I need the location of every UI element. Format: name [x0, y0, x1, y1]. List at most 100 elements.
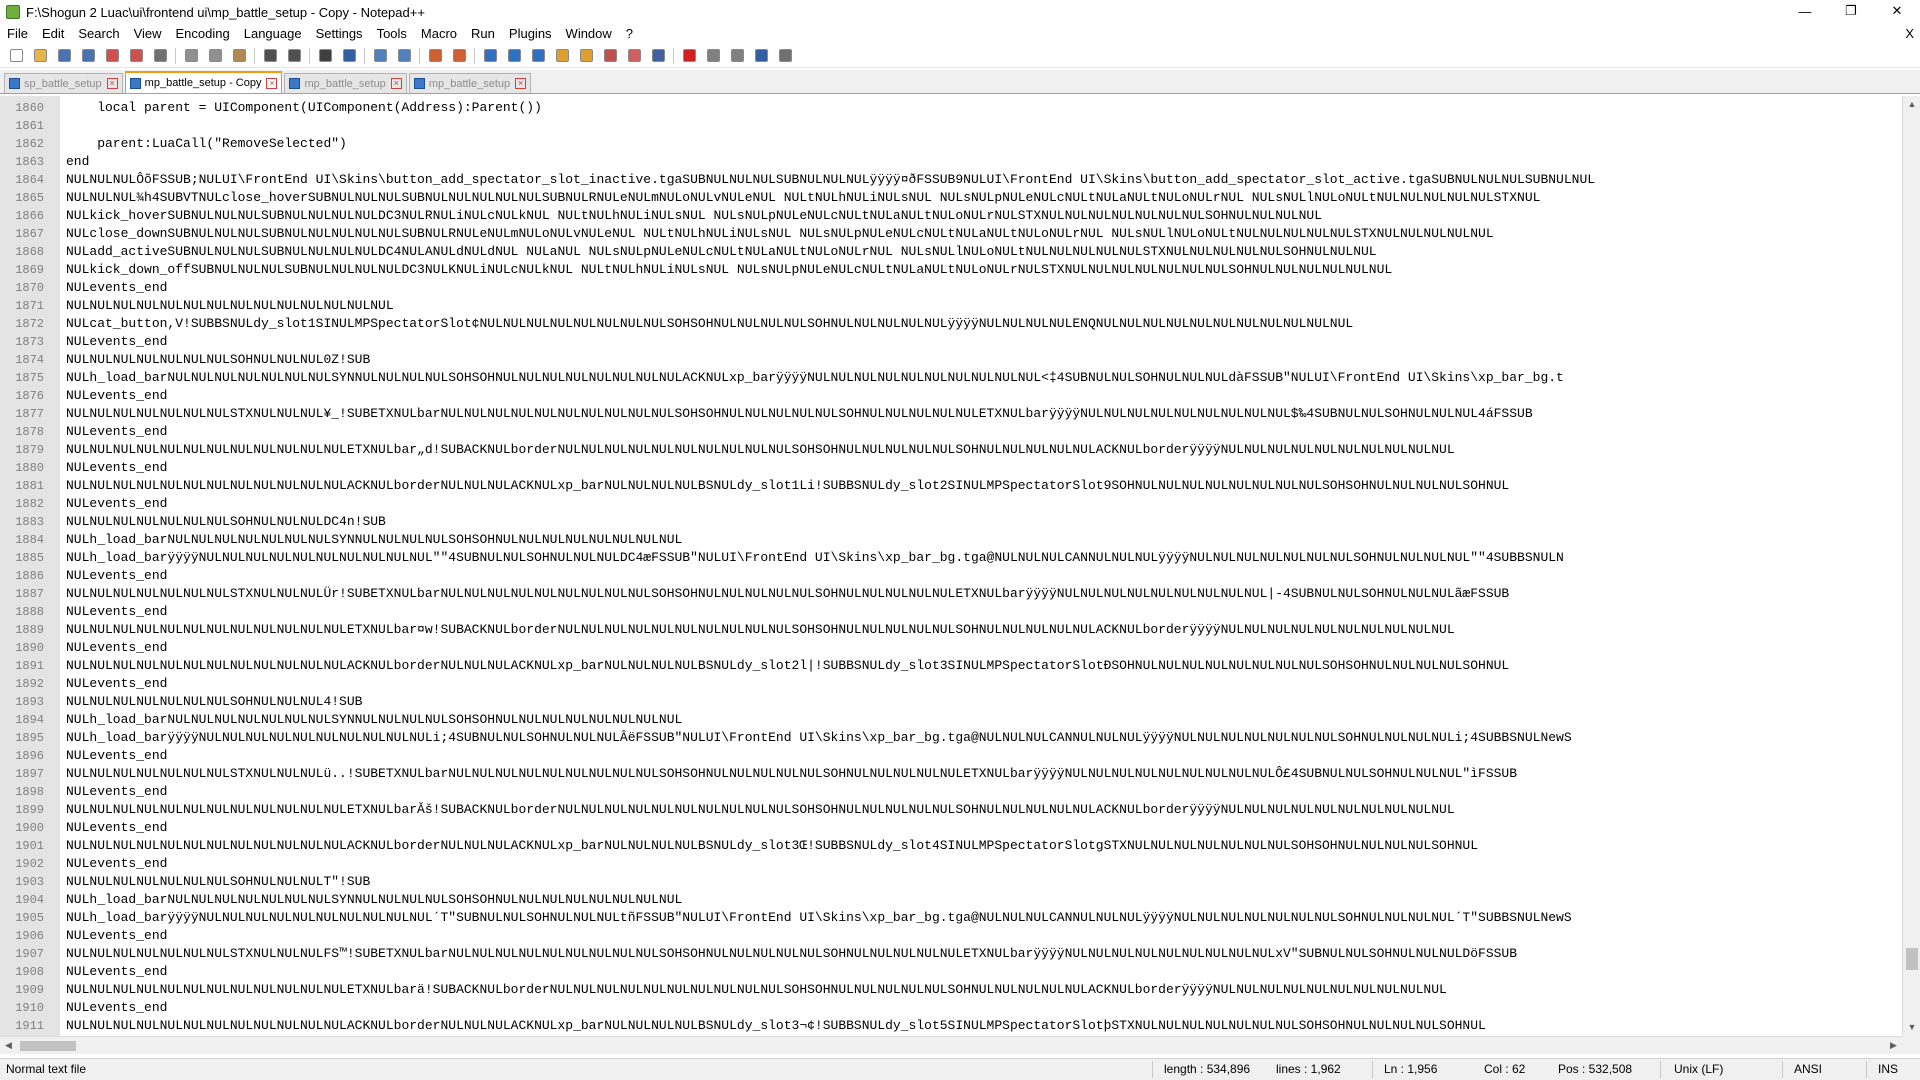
print-button[interactable]: [150, 46, 170, 66]
editor-text[interactable]: 1860 local parent = UIComponent(UICompon…: [0, 96, 1902, 1036]
editor-line[interactable]: 1860 local parent = UIComponent(UICompon…: [0, 99, 1902, 117]
horizontal-scroll-thumb[interactable]: [20, 1041, 76, 1051]
line-text[interactable]: NULevents_end: [66, 387, 167, 405]
record-macro-button[interactable]: [679, 46, 699, 66]
find-button[interactable]: [315, 46, 335, 66]
editor-line[interactable]: 1900 NULevents_end: [0, 819, 1902, 837]
monitoring-button[interactable]: [648, 46, 668, 66]
menu-item[interactable]: Language: [237, 24, 309, 44]
new-file-button[interactable]: [6, 46, 26, 66]
menu-item[interactable]: ?: [619, 24, 640, 44]
scroll-up-icon[interactable]: ▲: [1903, 96, 1920, 113]
editor-line[interactable]: 1897 NULNULNULNULNULNULNULSTXNULNULNULü..…: [0, 765, 1902, 783]
line-text[interactable]: NULNULNULNULNULNULNULSTXNULNULNULFS™!SUB…: [66, 945, 1517, 963]
line-text[interactable]: NULNULNULNULNULNULNULNULNULNULNULNULETXN…: [66, 441, 1455, 459]
line-text[interactable]: NULNULNULNULNULNULNULSOHNULNULNUL4!SUB: [66, 693, 362, 711]
editor-line[interactable]: 1892 NULevents_end: [0, 675, 1902, 693]
folder-workspace-button[interactable]: [624, 46, 644, 66]
line-text[interactable]: NULevents_end: [66, 783, 167, 801]
line-text[interactable]: NULNULNULNULNULNULNULSOHNULNULNUL0Z!SUB: [66, 351, 370, 369]
line-text[interactable]: NULevents_end: [66, 747, 167, 765]
editor-line[interactable]: 1866 NULkick_hoverSUBNULNULNULSUBNULNULNU…: [0, 207, 1902, 225]
status-insert-mode[interactable]: INS: [1878, 1062, 1898, 1076]
scroll-left-icon[interactable]: ◀: [0, 1037, 17, 1054]
close-all-button[interactable]: [126, 46, 146, 66]
line-text[interactable]: end: [66, 153, 89, 171]
editor-line[interactable]: 1870 NULevents_end: [0, 279, 1902, 297]
editor-line[interactable]: 1906 NULevents_end: [0, 927, 1902, 945]
editor-line[interactable]: 1876 NULevents_end: [0, 387, 1902, 405]
replace-button[interactable]: [339, 46, 359, 66]
editor-line[interactable]: 1880 NULevents_end: [0, 459, 1902, 477]
editor-line[interactable]: 1886 NULevents_end: [0, 567, 1902, 585]
line-text[interactable]: NULh_load_barÿÿÿÿNULNULNULNULNULNULNULNU…: [66, 729, 1572, 747]
editor-line[interactable]: 1879 NULNULNULNULNULNULNULNULNULNULNULNUL…: [0, 441, 1902, 459]
word-wrap-button[interactable]: [480, 46, 500, 66]
line-text[interactable]: NULh_load_barNULNULNULNULNULNULNULSYNNUL…: [66, 891, 682, 909]
maximize-button[interactable]: ❐: [1828, 0, 1874, 22]
line-text[interactable]: NULadd_activeSUBNULNULNULSUBNULNULNULNUL…: [66, 243, 1377, 261]
tab-close-icon[interactable]: ×: [390, 78, 402, 89]
editor-line[interactable]: 1863 end: [0, 153, 1902, 171]
tab-file[interactable]: sp_battle_setup ×: [4, 73, 123, 93]
line-text[interactable]: NULevents_end: [66, 675, 167, 693]
line-text[interactable]: NULevents_end: [66, 279, 167, 297]
editor-line[interactable]: 1867 NULclose_downSUBNULNULNULSUBNULNULNU…: [0, 225, 1902, 243]
editor-line[interactable]: 1882 NULevents_end: [0, 495, 1902, 513]
line-text[interactable]: NULevents_end: [66, 495, 167, 513]
vertical-scrollbar[interactable]: ▲ ▼: [1902, 96, 1920, 1036]
close-button[interactable]: ✕: [1874, 0, 1920, 22]
line-text[interactable]: NULevents_end: [66, 423, 167, 441]
editor-line[interactable]: 1889 NULNULNULNULNULNULNULNULNULNULNULNUL…: [0, 621, 1902, 639]
line-text[interactable]: NULevents_end: [66, 567, 167, 585]
editor-line[interactable]: 1902 NULevents_end: [0, 855, 1902, 873]
scroll-down-icon[interactable]: ▼: [1903, 1019, 1920, 1036]
line-text[interactable]: NULh_load_barNULNULNULNULNULNULNULSYNNUL…: [66, 369, 1564, 387]
line-text[interactable]: NULNULNULÔõFSSUB;NULUI\FrontEnd UI\Skins…: [66, 171, 1595, 189]
menu-item[interactable]: Plugins: [502, 24, 559, 44]
editor-line[interactable]: 1872 NULcat_button,V!SUBBSNULdy_slot1SINU…: [0, 315, 1902, 333]
tab-close-icon[interactable]: ×: [515, 78, 527, 89]
tab-close-icon[interactable]: ×: [106, 78, 118, 89]
status-encoding[interactable]: ANSI: [1794, 1062, 1822, 1076]
editor-line[interactable]: 1883 NULNULNULNULNULNULNULSOHNULNULNULDC4…: [0, 513, 1902, 531]
line-text[interactable]: NULNULNULNULNULNULNULNULNULNULNULNULACKN…: [66, 657, 1509, 675]
line-text[interactable]: NULNULNULNULNULNULNULNULNULNULNULNULACKN…: [66, 477, 1509, 495]
editor-line[interactable]: 1904 NULh_load_barNULNULNULNULNULNULNULSY…: [0, 891, 1902, 909]
editor-line[interactable]: 1885 NULh_load_barÿÿÿÿNULNULNULNULNULNULN…: [0, 549, 1902, 567]
line-text[interactable]: NULevents_end: [66, 927, 167, 945]
editor-line[interactable]: 1878 NULevents_end: [0, 423, 1902, 441]
line-text[interactable]: NULNULNULNULNULNULNULSTXNULNULNUL¥_!SUBE…: [66, 405, 1533, 423]
play-macro-button[interactable]: [727, 46, 747, 66]
line-text[interactable]: NULclose_downSUBNULNULNULSUBNULNULNULNUL…: [66, 225, 1494, 243]
menu-item[interactable]: Window: [559, 24, 619, 44]
line-text[interactable]: NULNULNULNULNULNULNULNULNULNULNULNULETXN…: [66, 801, 1455, 819]
save-button[interactable]: [54, 46, 74, 66]
copy-button[interactable]: [205, 46, 225, 66]
menu-item[interactable]: Search: [71, 24, 126, 44]
menu-item[interactable]: Edit: [35, 24, 71, 44]
line-text[interactable]: local parent = UIComponent(UIComponent(A…: [66, 99, 542, 117]
editor-line[interactable]: 1899 NULNULNULNULNULNULNULNULNULNULNULNUL…: [0, 801, 1902, 819]
line-text[interactable]: NULh_load_barNULNULNULNULNULNULNULSYNNUL…: [66, 711, 682, 729]
editor-line[interactable]: 1884 NULh_load_barNULNULNULNULNULNULNULSY…: [0, 531, 1902, 549]
line-text[interactable]: NULNULNUL¾h4SUBVTNULclose_hoverSUBNULNUL…: [66, 189, 1540, 207]
editor-line[interactable]: 1891 NULNULNULNULNULNULNULNULNULNULNULNUL…: [0, 657, 1902, 675]
udl-button[interactable]: [552, 46, 572, 66]
status-eol[interactable]: Unix (LF): [1674, 1062, 1723, 1076]
line-text[interactable]: NULNULNULNULNULNULNULSOHNULNULNULDC4n!SU…: [66, 513, 386, 531]
editor-line[interactable]: 1868 NULadd_activeSUBNULNULNULSUBNULNULNU…: [0, 243, 1902, 261]
line-text[interactable]: NULh_load_barNULNULNULNULNULNULNULSYNNUL…: [66, 531, 682, 549]
line-text[interactable]: NULevents_end: [66, 603, 167, 621]
line-text[interactable]: NULevents_end: [66, 639, 167, 657]
tab-active[interactable]: mp_battle_setup - Copy ×: [124, 71, 283, 93]
tab-file[interactable]: mp_battle_setup ×: [408, 73, 532, 93]
editor-line[interactable]: 1911 NULNULNULNULNULNULNULNULNULNULNULNUL…: [0, 1017, 1902, 1035]
menu-item[interactable]: Tools: [370, 24, 414, 44]
menu-item[interactable]: Run: [464, 24, 502, 44]
stop-record-button[interactable]: [703, 46, 723, 66]
menu-item[interactable]: File: [0, 24, 35, 44]
editor-line[interactable]: 1871 NULNULNULNULNULNULNULNULNULNULNULNUL…: [0, 297, 1902, 315]
editor-line[interactable]: 1896 NULevents_end: [0, 747, 1902, 765]
line-text[interactable]: NULNULNULNULNULNULNULNULNULNULNULNULNULN…: [66, 297, 394, 315]
